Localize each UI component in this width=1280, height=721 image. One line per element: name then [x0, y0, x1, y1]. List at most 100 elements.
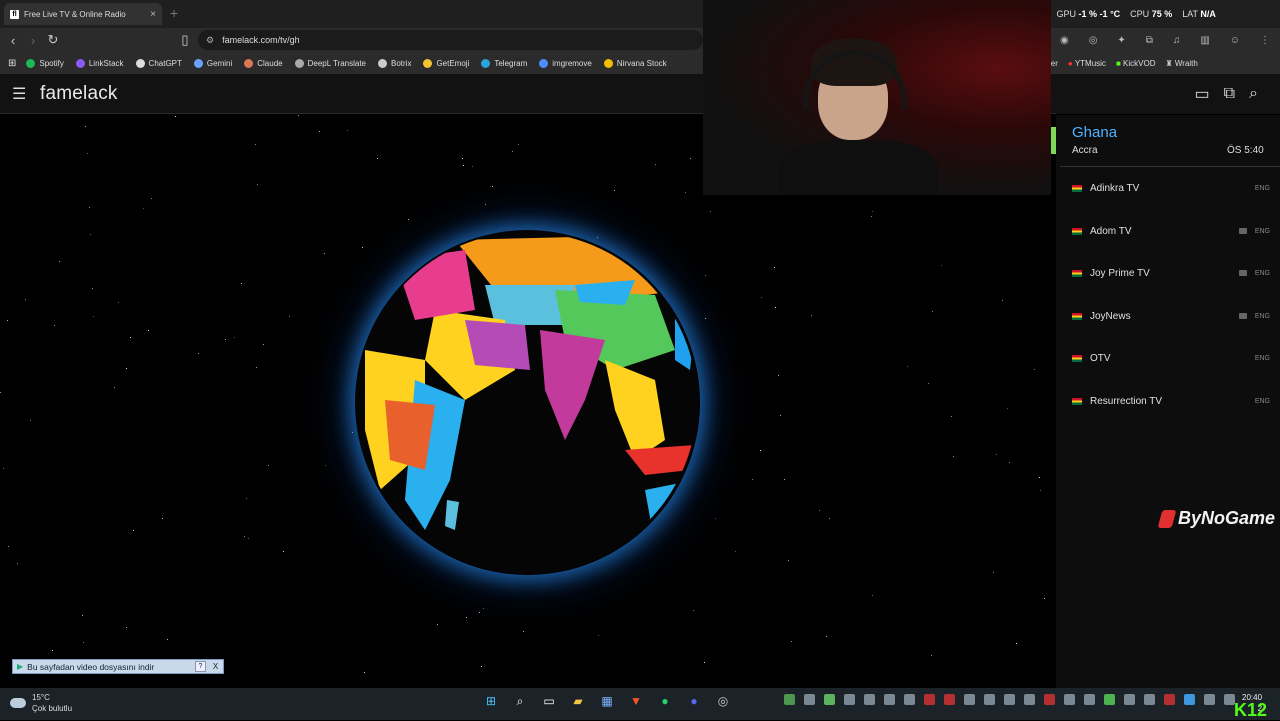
tray-icon[interactable] — [904, 694, 915, 705]
tray-icon[interactable] — [1164, 694, 1175, 705]
tray-icon[interactable] — [1024, 694, 1035, 705]
star — [52, 650, 53, 651]
star — [485, 204, 486, 205]
bookmark-item[interactable]: ChatGPT — [135, 58, 182, 68]
site-logo[interactable]: famelack — [40, 83, 118, 105]
tray-icon[interactable] — [844, 694, 855, 705]
star — [93, 316, 94, 317]
address-bar[interactable]: ⚙ famelack.com/tv/gh — [198, 30, 703, 50]
bookmark-item[interactable]: Spotify — [26, 58, 64, 68]
sidebar-icon[interactable]: ▥ — [1200, 35, 1209, 46]
tray-icon[interactable] — [1084, 694, 1095, 705]
close-button[interactable]: X — [210, 661, 221, 672]
star — [953, 456, 954, 457]
bookmark-item[interactable]: Telegram — [481, 58, 527, 68]
bookmark-item[interactable]: DeepL Translate — [294, 58, 366, 68]
tray-icon[interactable] — [944, 694, 955, 705]
tray-icon[interactable] — [1144, 694, 1155, 705]
bookmark-item[interactable]: GetEmoji — [423, 58, 469, 68]
bookmark-star-icon[interactable]: ▯ — [175, 30, 195, 50]
store-icon[interactable]: ▦ — [598, 692, 616, 710]
mic-icon[interactable] — [1204, 694, 1215, 705]
star — [811, 315, 812, 316]
extension-icon[interactable]: ✦ — [1117, 35, 1125, 46]
browser-tab[interactable]: fl Free Live TV & Online Radio × — [4, 3, 162, 25]
tray-icon[interactable] — [984, 694, 995, 705]
windows-start-icon[interactable]: ⊞ — [482, 692, 500, 710]
star — [479, 612, 480, 613]
star — [704, 662, 705, 663]
obs-icon[interactable]: ◎ — [714, 692, 732, 710]
channel-item[interactable]: JoyNews ENG — [1072, 306, 1270, 326]
tray-icon[interactable] — [784, 694, 795, 705]
channel-item[interactable]: OTV ENG — [1072, 348, 1270, 368]
tray-icon[interactable] — [1044, 694, 1055, 705]
hamburger-menu-icon[interactable]: ☰ — [12, 84, 26, 104]
channel-item[interactable]: Joy Prime TV ENG — [1072, 263, 1270, 283]
star — [59, 261, 60, 262]
search-icon[interactable]: ⌕ — [1249, 85, 1258, 103]
bookmark-item[interactable]: ● YTMusic — [1068, 59, 1106, 68]
task-view-icon[interactable]: ▭ — [540, 692, 558, 710]
channel-item[interactable]: Adom TV ENG — [1072, 221, 1270, 241]
sponsor-logo: ByNoGame — [1157, 508, 1275, 529]
back-icon[interactable]: ‹ — [3, 30, 23, 50]
media-icon[interactable]: ♫ — [1173, 35, 1181, 46]
puzzle-icon[interactable]: ⧉ — [1146, 35, 1153, 46]
tray-icon[interactable] — [1004, 694, 1015, 705]
apps-grid-icon[interactable]: ⊞ — [8, 58, 16, 69]
bookmark-item[interactable]: LinkStack — [75, 58, 124, 68]
star — [523, 631, 524, 632]
tray-icon[interactable] — [824, 694, 835, 705]
radio-icon[interactable]: ⧉ — [1224, 85, 1235, 103]
tray-icon[interactable] — [964, 694, 975, 705]
channel-item[interactable]: Adinkra TV ENG — [1072, 178, 1270, 198]
bookmark-item[interactable]: Gemini — [193, 58, 232, 68]
bookmark-item[interactable]: Nirvana Stock — [603, 58, 667, 68]
reload-icon[interactable]: ↻ — [43, 30, 63, 50]
star — [118, 302, 119, 303]
star — [30, 420, 31, 421]
star — [872, 211, 873, 212]
tray-icon[interactable] — [804, 694, 815, 705]
tray-icon[interactable] — [1064, 694, 1075, 705]
star — [1007, 408, 1008, 409]
star — [993, 572, 994, 573]
tray-icon[interactable] — [1104, 694, 1115, 705]
menu-dots-icon[interactable]: ⋮ — [1260, 35, 1270, 46]
weather-widget[interactable]: 15°C Çok bulutlu — [10, 692, 72, 714]
forward-icon[interactable]: › — [23, 30, 43, 50]
extension-icon[interactable]: ◎ — [1089, 35, 1098, 46]
ghana-flag-icon — [1072, 269, 1082, 277]
search-icon[interactable]: ⌕ — [511, 692, 529, 710]
whatsapp-icon[interactable]: ● — [656, 692, 674, 710]
new-tab-button[interactable]: + — [170, 5, 178, 21]
header-actions: ▭ ⧉ ⌕ — [1056, 74, 1280, 114]
extension-icon[interactable]: ◉ — [1060, 35, 1069, 46]
site-info-icon[interactable]: ⚙ — [206, 35, 214, 46]
tray-icon[interactable] — [1124, 694, 1135, 705]
video-download-bar[interactable]: ▶ Bu sayfadan video dosyasını indir ? X — [12, 659, 224, 674]
tray-icon[interactable] — [884, 694, 895, 705]
brave-browser-icon[interactable]: ▼ — [627, 692, 645, 710]
file-explorer-icon[interactable]: ▰ — [569, 692, 587, 710]
star — [148, 330, 149, 331]
tv-icon[interactable]: ▭ — [1194, 84, 1209, 104]
bookmark-item[interactable]: ■ KickVOD — [1116, 59, 1156, 68]
discord-icon[interactable]: ● — [685, 692, 703, 710]
star — [0, 392, 1, 393]
star — [829, 518, 830, 519]
tray-icon[interactable] — [924, 694, 935, 705]
profile-icon[interactable]: ☺ — [1230, 35, 1240, 46]
bookmark-item[interactable]: imgremove — [539, 58, 592, 68]
bluetooth-icon[interactable] — [1184, 694, 1195, 705]
bookmark-item[interactable]: ♜ Wraith — [1165, 59, 1197, 68]
bookmark-item[interactable]: Botrix — [378, 58, 411, 68]
star — [325, 465, 326, 466]
help-button[interactable]: ? — [195, 661, 206, 672]
close-tab-icon[interactable]: × — [150, 9, 156, 20]
channel-item[interactable]: Resurrection TV ENG — [1072, 391, 1270, 411]
bookmark-item[interactable]: Claude — [244, 58, 283, 68]
star — [89, 207, 90, 208]
tray-icon[interactable] — [864, 694, 875, 705]
